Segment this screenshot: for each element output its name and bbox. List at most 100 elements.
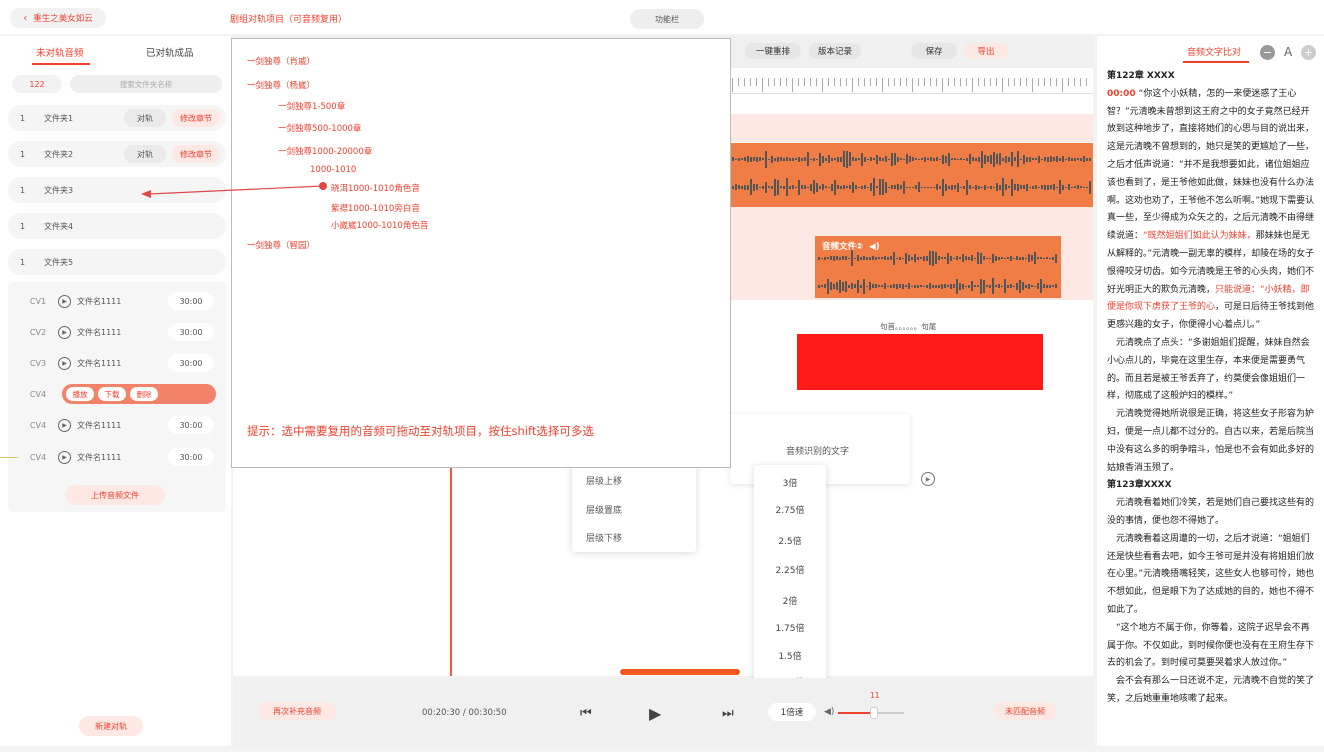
play-action-button[interactable]: 播放 xyxy=(66,387,94,401)
waveform-bar xyxy=(947,285,949,287)
play-circle-icon[interactable]: ▶ xyxy=(921,472,935,486)
play-icon[interactable]: ▶ xyxy=(58,418,71,432)
folder-row[interactable]: 1 文件夹2 对轨 修改章节 xyxy=(8,141,226,167)
tab-audio-text-compare[interactable]: 音频文字比对 xyxy=(1187,45,1241,58)
speed-option-1-75x[interactable]: 1.75倍 xyxy=(754,621,826,634)
menu-item-layer-up[interactable]: 层级上移 xyxy=(586,474,622,487)
waveform-bar xyxy=(842,281,844,291)
cv-file-name: 文件名1111 xyxy=(77,420,122,430)
menu-item-layer-bottom[interactable]: 层级置底 xyxy=(586,503,622,516)
waveform-bar xyxy=(821,257,823,259)
speed-option-2-25x[interactable]: 2.25倍 xyxy=(754,563,826,576)
waveform-bar xyxy=(813,180,815,194)
waveform-bar xyxy=(950,255,952,261)
back-button[interactable]: ‹ 重生之美女如云 xyxy=(10,8,106,28)
tree-node[interactable]: 一剑独尊1-500章 xyxy=(278,100,345,112)
folder-row[interactable]: 1 文件夹1 对轨 修改章节 xyxy=(8,105,226,131)
ruler-tick xyxy=(1044,78,1045,86)
save-button[interactable]: 保存 xyxy=(911,43,957,59)
upload-audio-button[interactable]: 上传音频文件 xyxy=(65,485,165,505)
speed-option-3x[interactable]: 3倍 xyxy=(754,476,826,489)
ruler-tick xyxy=(858,78,859,86)
waveform-bar xyxy=(789,157,791,161)
waveform-bar xyxy=(1068,184,1070,190)
speed-option-2-5x[interactable]: 2.5倍 xyxy=(754,534,826,547)
caption-box[interactable] xyxy=(797,334,1043,390)
align-button[interactable]: 对轨 xyxy=(124,145,166,163)
speed-option-2x[interactable]: 2倍 xyxy=(754,594,826,607)
waveform-bar xyxy=(804,157,806,161)
toolbar-button[interactable]: 功能栏 xyxy=(630,9,704,29)
volume-track[interactable] xyxy=(838,707,904,719)
waveform-bar xyxy=(830,256,832,260)
tree-node[interactable]: 一剑独尊（智园） xyxy=(247,239,315,251)
align-button[interactable]: 对轨 xyxy=(124,109,166,127)
paragraph: 00:00 “你这个小妖精，怎的一来便迷惑了王心智？”元清晚未曾想到这王府之中的女… xyxy=(1107,86,1317,335)
ruler-tick xyxy=(840,78,841,86)
ruler-tick xyxy=(750,78,751,86)
delete-action-button[interactable]: 删除 xyxy=(130,387,158,401)
edit-chapter-button[interactable]: 修改章节 xyxy=(172,145,220,163)
rearrange-button[interactable]: 一键重排 xyxy=(745,43,801,59)
waveform-bar xyxy=(1002,178,1004,196)
waveform-bar xyxy=(872,284,874,288)
play-icon[interactable]: ▶ xyxy=(58,356,71,370)
tab-unaligned[interactable]: 未对轨音频 xyxy=(36,45,84,59)
zoom-in-icon[interactable]: + xyxy=(1301,45,1316,60)
unmatched-audio-label: 未匹配音频 xyxy=(1005,706,1045,716)
timestamp[interactable]: 00:00 xyxy=(1107,89,1136,99)
folder-row[interactable]: 1 文件夹5 xyxy=(8,249,226,275)
tree-node[interactable]: 1000-1010 xyxy=(310,165,356,175)
waveform-bar xyxy=(884,283,886,289)
export-button[interactable]: 导出 xyxy=(963,43,1009,59)
ruler-tick xyxy=(954,78,955,86)
waveform-bar xyxy=(845,256,847,260)
skip-forward-icon[interactable]: ⏭ xyxy=(722,706,734,721)
new-align-button[interactable]: 新建对轨 xyxy=(79,716,143,736)
cv-item[interactable]: CV4 ▶ 文件名1111 30:00 xyxy=(18,415,216,435)
waveform-bar xyxy=(990,154,992,164)
tree-node[interactable]: 一剑独尊（杨崴） xyxy=(247,79,315,91)
cv-item[interactable]: CV1 ▶ 文件名1111 30:00 xyxy=(18,291,216,311)
play-icon[interactable]: ▶ xyxy=(58,294,71,308)
waveform-bar xyxy=(765,181,767,193)
unmatched-audio-button[interactable]: 未匹配音频 xyxy=(994,702,1056,720)
menu-item-layer-down[interactable]: 层级下移 xyxy=(586,531,622,544)
zoom-out-icon[interactable]: − xyxy=(1260,45,1275,60)
play-icon[interactable]: ▶ xyxy=(58,325,71,339)
cv-item[interactable]: CV2 ▶ 文件名1111 30:00 xyxy=(18,322,216,342)
tree-node[interactable]: 紫襟1000-1010旁白音 xyxy=(331,202,420,214)
cv-item[interactable]: CV4 ▶ 文件名1111 30:00 xyxy=(18,447,216,467)
volume-knob[interactable] xyxy=(870,707,879,719)
horizontal-scrollbar[interactable] xyxy=(620,669,740,675)
waveform-bar xyxy=(1049,284,1051,288)
waveform-bar xyxy=(1059,180,1061,194)
edit-chapter-button[interactable]: 修改章节 xyxy=(172,109,220,127)
volume-icon[interactable]: ◀) xyxy=(824,707,834,717)
play-icon-main[interactable]: ▶ xyxy=(649,704,661,723)
search-input[interactable]: 搜索文件夹名称 xyxy=(70,75,222,93)
cv-item[interactable]: CV3 ▶ 文件名1111 30:00 xyxy=(18,353,216,373)
speed-option-2-75x[interactable]: 2.75倍 xyxy=(754,503,826,516)
speed-option-1-5x[interactable]: 1.5倍 xyxy=(754,649,826,662)
tree-node[interactable]: 一剑独尊1000-20000章 xyxy=(278,145,372,157)
tree-node-selected[interactable]: 晓洱1000-1010角色音 xyxy=(331,182,420,194)
tree-node[interactable]: 小崴崴1000-1010角色音 xyxy=(331,219,428,231)
ruler-tick xyxy=(738,78,739,86)
tree-node[interactable]: 一剑独尊（肖戚） xyxy=(247,55,315,67)
waveform-bar xyxy=(866,285,868,287)
tab-aligned[interactable]: 已对轨成品 xyxy=(146,45,194,59)
waveform-bar xyxy=(923,255,925,261)
ruler-tick xyxy=(996,78,997,86)
speed-selector[interactable]: 1倍速 xyxy=(768,703,816,721)
waveform-bar xyxy=(962,254,964,262)
cv-item-selected[interactable]: CV4 播放 下载 删除 xyxy=(18,384,216,404)
version-history-button[interactable]: 版本记录 xyxy=(809,43,861,59)
folder-row[interactable]: 1 文件夹4 xyxy=(8,213,226,239)
tree-node[interactable]: 一剑独尊500-1000章 xyxy=(278,122,361,134)
play-icon[interactable]: ▶ xyxy=(58,450,71,464)
drag-arrow xyxy=(141,182,327,198)
skip-back-icon[interactable]: ⏮ xyxy=(580,706,592,721)
download-action-button[interactable]: 下载 xyxy=(98,387,126,401)
resupply-audio-button[interactable]: 再次补充音频 xyxy=(258,702,336,720)
